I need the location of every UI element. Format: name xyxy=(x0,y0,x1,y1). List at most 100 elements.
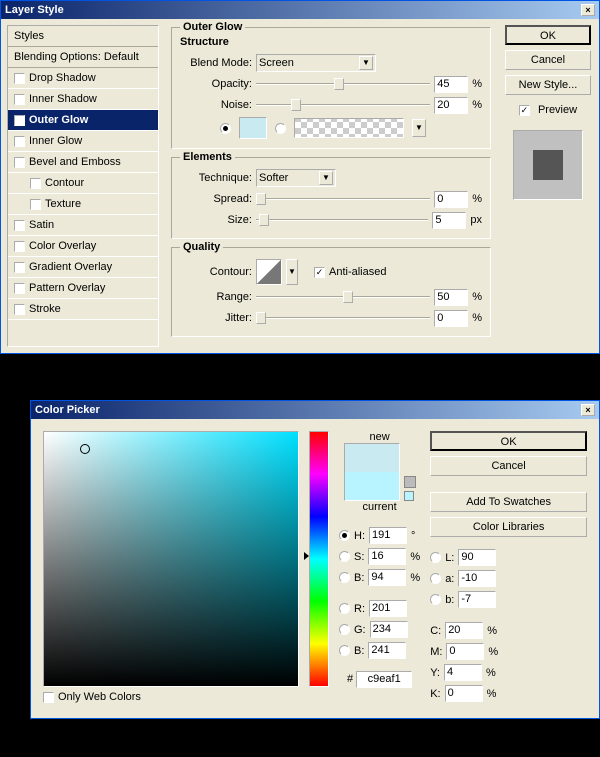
style-outer-glow[interactable]: ✓Outer Glow xyxy=(8,110,158,131)
l-input[interactable]: 90 xyxy=(458,549,496,566)
spread-slider[interactable] xyxy=(256,190,430,208)
r-radio[interactable] xyxy=(339,603,350,614)
preview-checkbox[interactable]: ✓ xyxy=(519,105,530,116)
h-input[interactable]: 191 xyxy=(369,527,407,544)
range-input[interactable]: 50 xyxy=(434,289,468,306)
ok-button[interactable]: OK xyxy=(505,25,591,45)
style-pattern-overlay[interactable]: Pattern Overlay xyxy=(8,278,158,299)
sv-cursor-icon xyxy=(80,444,90,454)
checkbox[interactable] xyxy=(14,136,25,147)
blending-options[interactable]: Blending Options: Default xyxy=(8,47,158,68)
add-swatches-button[interactable]: Add To Swatches xyxy=(430,492,587,512)
style-inner-shadow[interactable]: Inner Shadow xyxy=(8,89,158,110)
opacity-input[interactable]: 45 xyxy=(434,76,468,93)
dialog-buttons: OK Cancel New Style... ✓Preview xyxy=(503,25,593,347)
style-gradient-overlay[interactable]: Gradient Overlay xyxy=(8,257,158,278)
jitter-slider[interactable] xyxy=(256,309,430,327)
noise-slider[interactable] xyxy=(256,96,430,114)
style-contour[interactable]: Contour xyxy=(8,173,158,194)
b2-radio[interactable] xyxy=(430,594,441,605)
technique-label: Technique: xyxy=(180,172,252,184)
l-radio[interactable] xyxy=(430,552,441,563)
b-input[interactable]: 94 xyxy=(368,569,406,586)
style-inner-glow[interactable]: Inner Glow xyxy=(8,131,158,152)
k-input[interactable]: 0 xyxy=(445,685,483,702)
chevron-down-icon[interactable]: ▼ xyxy=(359,56,373,70)
checkbox[interactable] xyxy=(14,157,25,168)
blendmode-select[interactable]: Screen▼ xyxy=(256,54,376,72)
bb-input[interactable]: 241 xyxy=(368,642,406,659)
size-slider[interactable] xyxy=(256,211,428,229)
new-style-button[interactable]: New Style... xyxy=(505,75,591,95)
bb-radio[interactable] xyxy=(339,645,350,656)
jitter-input[interactable]: 0 xyxy=(434,310,468,327)
checkbox[interactable] xyxy=(14,241,25,252)
gradient-radio[interactable] xyxy=(275,123,286,134)
c-input[interactable]: 20 xyxy=(445,622,483,639)
a-input[interactable]: -10 xyxy=(458,570,496,587)
cancel-button[interactable]: Cancel xyxy=(505,50,591,70)
chevron-down-icon[interactable]: ▼ xyxy=(286,259,298,285)
styles-panel: Styles Blending Options: Default Drop Sh… xyxy=(7,25,159,347)
hex-input[interactable]: c9eaf1 xyxy=(356,671,412,688)
cube-icon[interactable] xyxy=(404,476,416,488)
style-color-overlay[interactable]: Color Overlay xyxy=(8,236,158,257)
noise-input[interactable]: 20 xyxy=(434,97,468,114)
r-input[interactable]: 201 xyxy=(369,600,407,617)
chevron-down-icon[interactable]: ▼ xyxy=(319,171,333,185)
color-libraries-button[interactable]: Color Libraries xyxy=(430,517,587,537)
style-satin[interactable]: Satin xyxy=(8,215,158,236)
style-bevel-emboss[interactable]: Bevel and Emboss xyxy=(8,152,158,173)
websafe-swatch[interactable] xyxy=(404,491,414,501)
ok-button[interactable]: OK xyxy=(430,431,587,451)
style-stroke[interactable]: Stroke xyxy=(8,299,158,320)
checkbox[interactable] xyxy=(14,73,25,84)
jitter-label: Jitter: xyxy=(180,312,252,324)
new-current-swatch[interactable] xyxy=(344,443,400,501)
g-input[interactable]: 234 xyxy=(370,621,408,638)
s-input[interactable]: 16 xyxy=(368,548,406,565)
s-radio[interactable] xyxy=(339,551,350,562)
saturation-value-field[interactable] xyxy=(43,431,299,687)
b2-input[interactable]: -7 xyxy=(458,591,496,608)
glow-color-swatch[interactable] xyxy=(239,117,267,139)
checkbox[interactable] xyxy=(14,262,25,273)
layer-style-titlebar[interactable]: Layer Style × xyxy=(1,1,599,19)
checkbox[interactable] xyxy=(30,178,41,189)
h-radio[interactable] xyxy=(339,530,350,541)
styles-header[interactable]: Styles xyxy=(8,26,158,47)
color-radio[interactable] xyxy=(220,123,231,134)
chevron-down-icon[interactable]: ▼ xyxy=(412,119,426,137)
range-slider[interactable] xyxy=(256,288,430,306)
checkbox[interactable] xyxy=(14,94,25,105)
web-colors-checkbox[interactable] xyxy=(43,692,54,703)
style-drop-shadow[interactable]: Drop Shadow xyxy=(8,68,158,89)
m-input[interactable]: 0 xyxy=(446,643,484,660)
checkbox[interactable]: ✓ xyxy=(14,115,25,126)
close-icon[interactable]: × xyxy=(581,404,595,416)
spread-input[interactable]: 0 xyxy=(434,191,468,208)
glow-gradient[interactable] xyxy=(294,118,404,138)
g-radio[interactable] xyxy=(339,624,350,635)
hue-slider[interactable] xyxy=(309,431,329,687)
a-radio[interactable] xyxy=(430,573,441,584)
antialiased-checkbox[interactable]: ✓ xyxy=(314,267,325,278)
cancel-button[interactable]: Cancel xyxy=(430,456,587,476)
contour-preview[interactable] xyxy=(256,259,282,285)
checkbox[interactable] xyxy=(14,220,25,231)
checkbox[interactable] xyxy=(30,199,41,210)
y-input[interactable]: 4 xyxy=(444,664,482,681)
elements-title: Elements xyxy=(180,151,235,163)
technique-select[interactable]: Softer▼ xyxy=(256,169,336,187)
checkbox[interactable] xyxy=(14,283,25,294)
close-icon[interactable]: × xyxy=(581,4,595,16)
options-area: Outer Glow Structure Blend Mode: Screen▼… xyxy=(165,25,497,347)
opacity-slider[interactable] xyxy=(256,75,430,93)
checkbox[interactable] xyxy=(14,304,25,315)
b-radio[interactable] xyxy=(339,572,350,583)
outer-glow-group: Outer Glow Structure Blend Mode: Screen▼… xyxy=(171,27,491,149)
size-input[interactable]: 5 xyxy=(432,212,466,229)
style-texture[interactable]: Texture xyxy=(8,194,158,215)
color-picker-titlebar[interactable]: Color Picker × xyxy=(31,401,599,419)
preview-box xyxy=(513,130,583,200)
